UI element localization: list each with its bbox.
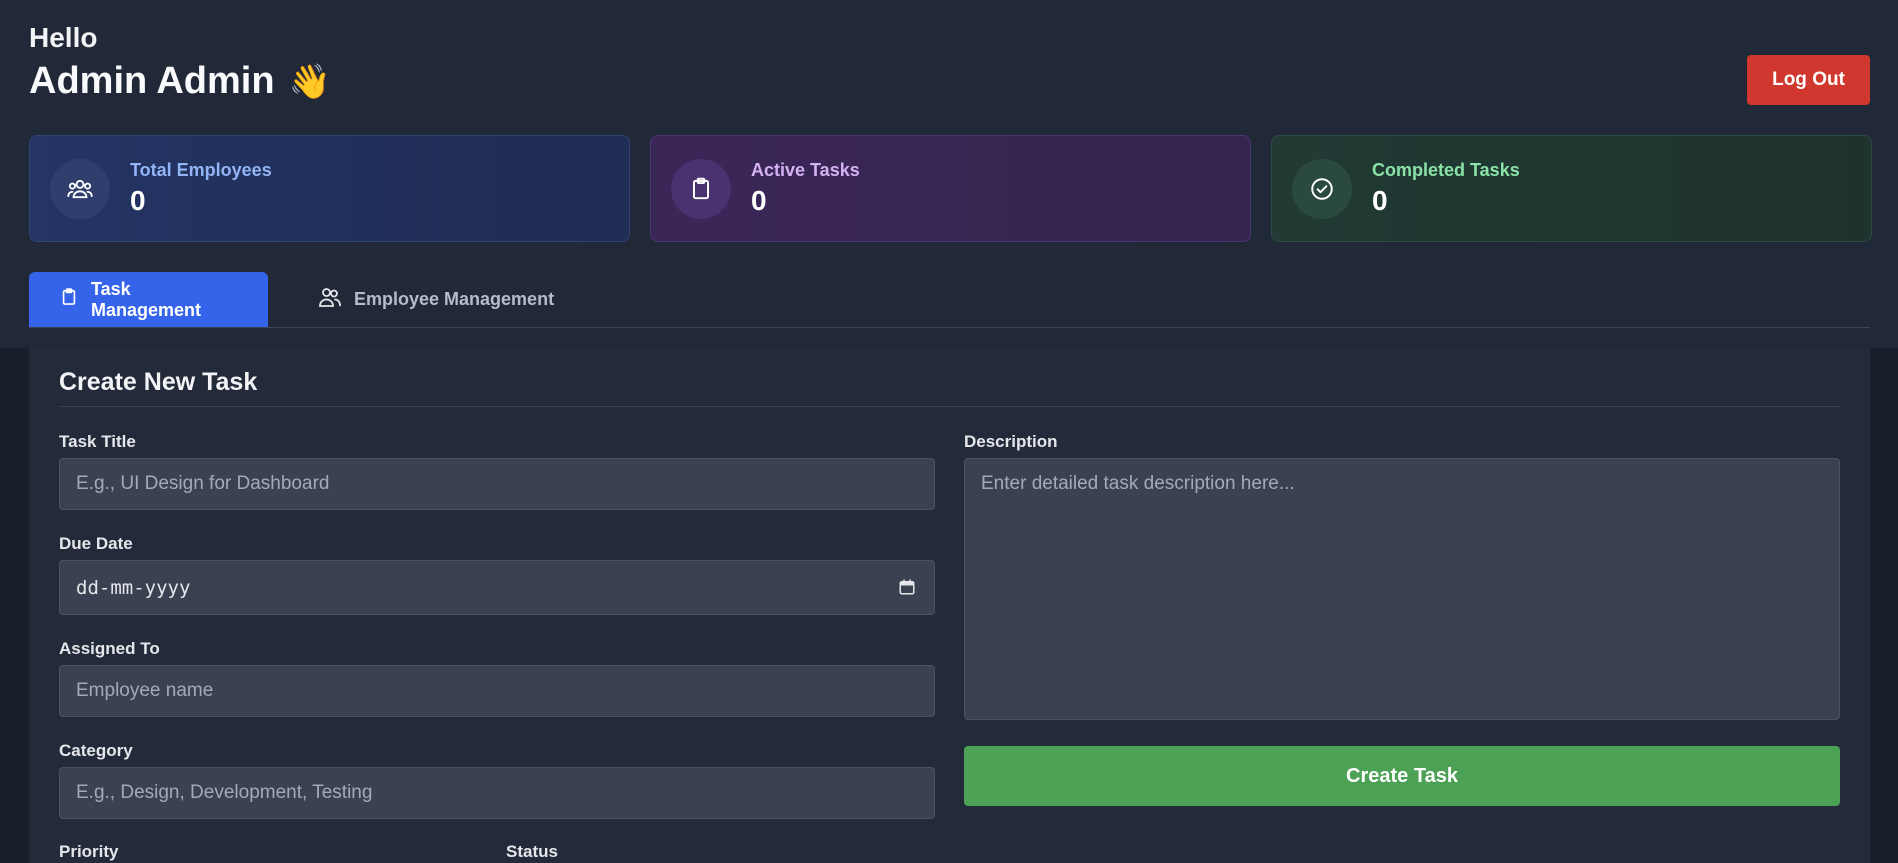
tab-label: Employee Management (354, 289, 555, 309)
status-label: Status (506, 842, 558, 861)
stat-label: Active Tasks (751, 160, 860, 180)
stat-card-completed-tasks: Completed Tasks 0 (1271, 135, 1872, 242)
logout-button[interactable]: Log Out (1747, 55, 1870, 105)
stat-card-total-employees: Total Employees 0 (29, 135, 630, 242)
assigned-to-input[interactable]: Employee name (59, 665, 935, 717)
divider (59, 406, 1840, 407)
stat-label: Total Employees (130, 160, 272, 180)
task-title-label: Task Title (59, 432, 136, 451)
user-name: Admin Admin (29, 60, 275, 102)
tab-employee-management[interactable]: Employee Management (288, 272, 584, 327)
clipboard-icon (671, 158, 731, 219)
category-label: Category (59, 741, 133, 760)
panel-title: Create New Task (59, 368, 258, 396)
category-input[interactable]: E.g., Design, Development, Testing (59, 767, 935, 819)
due-date-label: Due Date (59, 534, 133, 553)
calendar-icon[interactable] (898, 578, 916, 601)
tab-bar: Task Management Employee Management (29, 272, 1870, 328)
user-name-heading: Admin Admin 👋 (29, 60, 331, 103)
users-icon (50, 158, 110, 219)
due-date-placeholder: dd-mm-yyyy (76, 576, 191, 599)
dashboard-header-area: Hello Admin Admin 👋 Log Out Total Employ… (0, 0, 1898, 348)
create-task-button[interactable]: Create Task (964, 746, 1840, 806)
greeting-text: Hello (29, 22, 98, 53)
users-icon (318, 286, 342, 313)
tab-label: Task Management (91, 278, 202, 320)
description-label: Description (964, 432, 1058, 451)
assigned-to-label: Assigned To (59, 639, 160, 658)
clipboard-icon (59, 287, 79, 312)
create-task-panel: Create New Task Task Title E.g., UI Desi… (29, 348, 1870, 863)
stat-label: Completed Tasks (1372, 160, 1520, 180)
stat-card-active-tasks: Active Tasks 0 (650, 135, 1251, 242)
description-textarea[interactable]: Enter detailed task description here... (964, 458, 1840, 720)
tab-task-management[interactable]: Task Management (29, 272, 268, 327)
task-title-input[interactable]: E.g., UI Design for Dashboard (59, 458, 935, 510)
priority-label: Priority (59, 842, 119, 861)
check-circle-icon (1292, 158, 1352, 219)
wave-emoji: 👋 (288, 62, 331, 101)
stat-value: 0 (1372, 185, 1388, 216)
due-date-input[interactable]: dd-mm-yyyy (59, 560, 935, 615)
stat-value: 0 (130, 185, 146, 216)
stat-value: 0 (751, 185, 767, 216)
